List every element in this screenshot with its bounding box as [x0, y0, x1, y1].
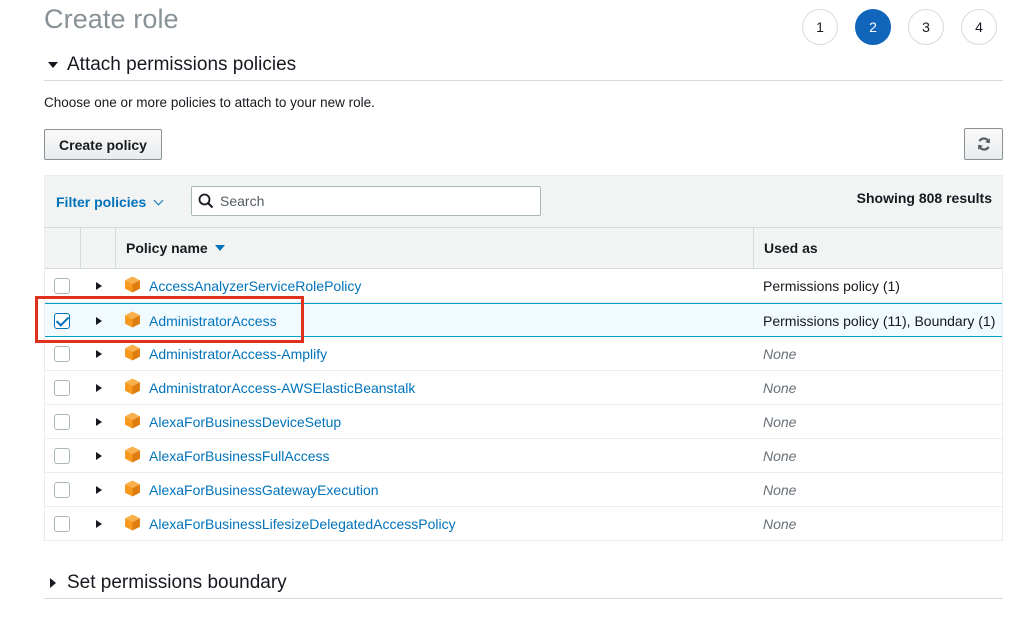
row-checkbox[interactable]: [54, 482, 70, 498]
step-1[interactable]: 1: [802, 9, 838, 45]
column-divider: [80, 228, 81, 269]
highlight-annotation-box: [35, 296, 304, 343]
used-as-value: Permissions policy (11), Boundary (1): [763, 313, 996, 329]
filter-bar: Filter policies Showing 808 results: [45, 176, 1002, 228]
search-input[interactable]: [220, 193, 540, 209]
attach-policies-title: Attach permissions policies: [67, 54, 297, 75]
table-row[interactable]: AlexaForBusinessFullAccess None: [45, 439, 1002, 473]
row-checkbox[interactable]: [54, 278, 70, 294]
row-checkbox[interactable]: [54, 516, 70, 532]
row-checkbox[interactable]: [54, 380, 70, 396]
search-box[interactable]: [191, 186, 541, 216]
used-as-value: None: [763, 380, 797, 396]
used-as-value: None: [763, 482, 797, 498]
filter-policies-dropdown[interactable]: Filter policies: [56, 194, 164, 210]
page-title: Create role: [44, 4, 179, 34]
table-row[interactable]: AlexaForBusinessDeviceSetup None: [45, 405, 1002, 439]
filter-policies-label: Filter policies: [56, 194, 147, 210]
expand-row-icon[interactable]: [96, 486, 102, 494]
used-as-value: Permissions policy (1): [763, 278, 900, 294]
policy-name-link[interactable]: AlexaForBusinessDeviceSetup: [149, 414, 341, 430]
column-policy-name[interactable]: Policy name: [126, 240, 225, 256]
attach-policies-header[interactable]: Attach permissions policies: [44, 54, 1003, 81]
aws-managed-policy-icon: [125, 412, 140, 429]
expand-row-icon[interactable]: [96, 520, 102, 528]
column-used-as: Used as: [764, 240, 818, 256]
table-row[interactable]: AlexaForBusinessLifesizeDelegatedAccessP…: [45, 507, 1002, 541]
expand-row-icon[interactable]: [96, 452, 102, 460]
table-row[interactable]: AlexaForBusinessGatewayExecution None: [45, 473, 1002, 507]
permissions-boundary-title: Set permissions boundary: [67, 572, 287, 593]
expand-row-icon[interactable]: [96, 350, 102, 358]
aws-managed-policy-icon: [125, 344, 140, 361]
sort-descending-icon: [214, 245, 225, 251]
aws-managed-policy-icon: [125, 378, 140, 395]
caret-right-icon: [44, 578, 62, 588]
aws-managed-policy-icon: [125, 480, 140, 497]
policies-table: Filter policies Showing 808 results Poli…: [44, 175, 1003, 541]
table-row[interactable]: AdministratorAccess-AWSElasticBeanstalk N…: [45, 371, 1002, 405]
create-policy-button[interactable]: Create policy: [44, 129, 162, 160]
results-count: Showing 808 results: [856, 190, 992, 206]
column-divider: [115, 228, 116, 269]
expand-row-icon[interactable]: [96, 384, 102, 392]
expand-row-icon[interactable]: [96, 418, 102, 426]
policy-name-link[interactable]: AlexaForBusinessFullAccess: [149, 448, 330, 464]
policy-name-link[interactable]: AlexaForBusinessLifesizeDelegatedAccessP…: [149, 516, 456, 532]
step-2[interactable]: 2: [855, 9, 891, 45]
policy-name-link[interactable]: AdministratorAccess-Amplify: [149, 346, 327, 362]
section-description: Choose one or more policies to attach to…: [44, 95, 375, 110]
row-checkbox[interactable]: [54, 346, 70, 362]
column-divider: [753, 228, 754, 269]
search-icon: [198, 193, 214, 209]
row-checkbox[interactable]: [54, 448, 70, 464]
permissions-boundary-header[interactable]: Set permissions boundary: [44, 572, 1003, 599]
refresh-icon: [977, 137, 990, 151]
used-as-value: None: [763, 448, 797, 464]
caret-down-icon: [44, 62, 62, 68]
step-3[interactable]: 3: [908, 9, 944, 45]
column-policy-name-label: Policy name: [126, 240, 208, 256]
step-4[interactable]: 4: [961, 9, 997, 45]
policy-name-link[interactable]: AccessAnalyzerServiceRolePolicy: [149, 278, 361, 294]
wizard-steps: 1 2 3 4: [802, 9, 997, 45]
used-as-value: None: [763, 516, 797, 532]
aws-managed-policy-icon: [125, 276, 140, 293]
chevron-down-icon: [153, 195, 164, 205]
row-checkbox[interactable]: [54, 414, 70, 430]
table-header: Policy name Used as: [45, 228, 1002, 269]
refresh-button[interactable]: [964, 128, 1003, 160]
used-as-value: None: [763, 414, 797, 430]
policy-name-link[interactable]: AlexaForBusinessGatewayExecution: [149, 482, 379, 498]
aws-managed-policy-icon: [125, 446, 140, 463]
aws-managed-policy-icon: [125, 514, 140, 531]
expand-row-icon[interactable]: [96, 282, 102, 290]
used-as-value: None: [763, 346, 797, 362]
policy-name-link[interactable]: AdministratorAccess-AWSElasticBeanstalk: [149, 380, 415, 396]
